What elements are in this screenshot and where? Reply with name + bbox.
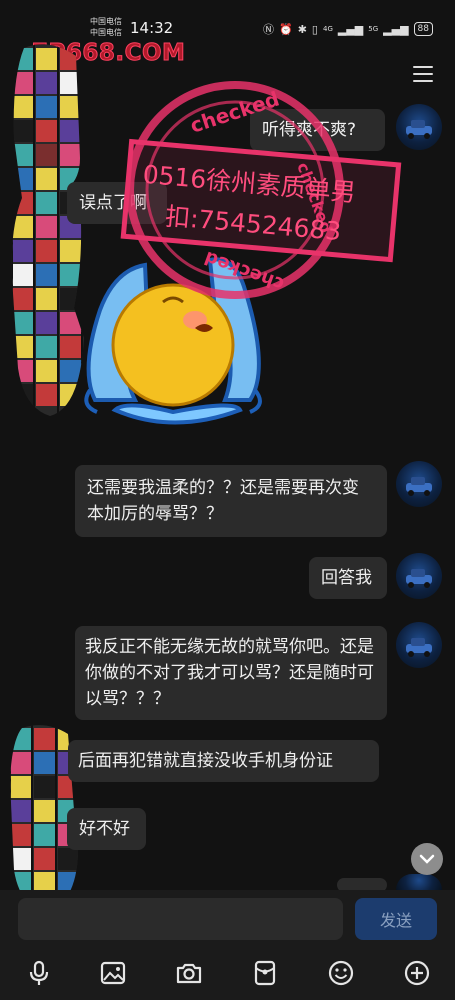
crying-emoji-sticker[interactable]: [75, 250, 275, 435]
avatar-self-2[interactable]: [396, 461, 442, 507]
status-icons: Ⓝ ⏰ ✱ ▯ 4G ▂▄▆ 5G ▂▄▆ 88: [263, 21, 433, 37]
message-bubble-5[interactable]: 我反正不能无缘无故的就骂你吧。还是你做的不对了我才可以骂？还是随时可以骂？？？: [75, 626, 387, 720]
mosaic-avatar-1: [10, 38, 85, 418]
image-icon[interactable]: [98, 958, 128, 988]
chevron-down-icon: [419, 854, 435, 864]
message-bubble-4[interactable]: 回答我: [309, 557, 387, 599]
carrier-2: 中国电信: [90, 28, 122, 37]
status-time: 14:32: [130, 19, 174, 37]
message-bubble-3[interactable]: 还需要我温柔的？？还是需要再次变本加厉的辱骂？？: [75, 465, 387, 537]
signal-icon-2: ▂▄▆: [383, 22, 409, 36]
vibrate-icon: ▯: [311, 22, 318, 36]
send-button[interactable]: 发送: [355, 898, 437, 940]
bluetooth-icon: ✱: [297, 22, 307, 36]
input-bar: 发送: [0, 890, 455, 948]
stamp-ring-text-side: checked: [293, 160, 336, 236]
chat-toolbar: [0, 948, 455, 1000]
carrier-labels: 中国电信 中国电信: [90, 16, 122, 38]
network-2-label: 5G: [368, 25, 379, 33]
stamp-line-1: 0516徐州素质单男: [142, 160, 357, 208]
scroll-to-bottom-button[interactable]: [411, 843, 443, 875]
message-bubble-6[interactable]: 后面再犯错就直接没收手机身份证: [68, 740, 379, 782]
avatar-self-1[interactable]: [396, 104, 442, 150]
avatar-self-5[interactable]: [396, 874, 442, 890]
menu-icon[interactable]: [413, 66, 433, 82]
add-icon[interactable]: [402, 958, 432, 988]
message-bubble-2[interactable]: 误点了啊: [67, 182, 167, 224]
message-input[interactable]: [18, 898, 343, 940]
stamp-line-2: 扣:754524683: [164, 202, 342, 246]
network-1-label: 4G: [322, 25, 333, 33]
emoji-icon[interactable]: [326, 958, 356, 988]
camera-icon[interactable]: [174, 958, 204, 988]
microphone-icon[interactable]: [24, 958, 54, 988]
nfc-icon: Ⓝ: [263, 23, 274, 36]
alarm-icon: ⏰: [279, 22, 293, 36]
battery-indicator: 88: [413, 22, 433, 36]
carrier-1: 中国电信: [90, 17, 122, 26]
avatar-self-3[interactable]: [396, 553, 442, 599]
message-bubble-7[interactable]: 好不好: [67, 808, 146, 850]
message-bubble-1[interactable]: 听得爽不爽?: [250, 109, 385, 151]
red-packet-icon[interactable]: [250, 958, 280, 988]
signal-icon-1: ▂▄▆: [337, 22, 364, 36]
avatar-self-4[interactable]: [396, 622, 442, 668]
